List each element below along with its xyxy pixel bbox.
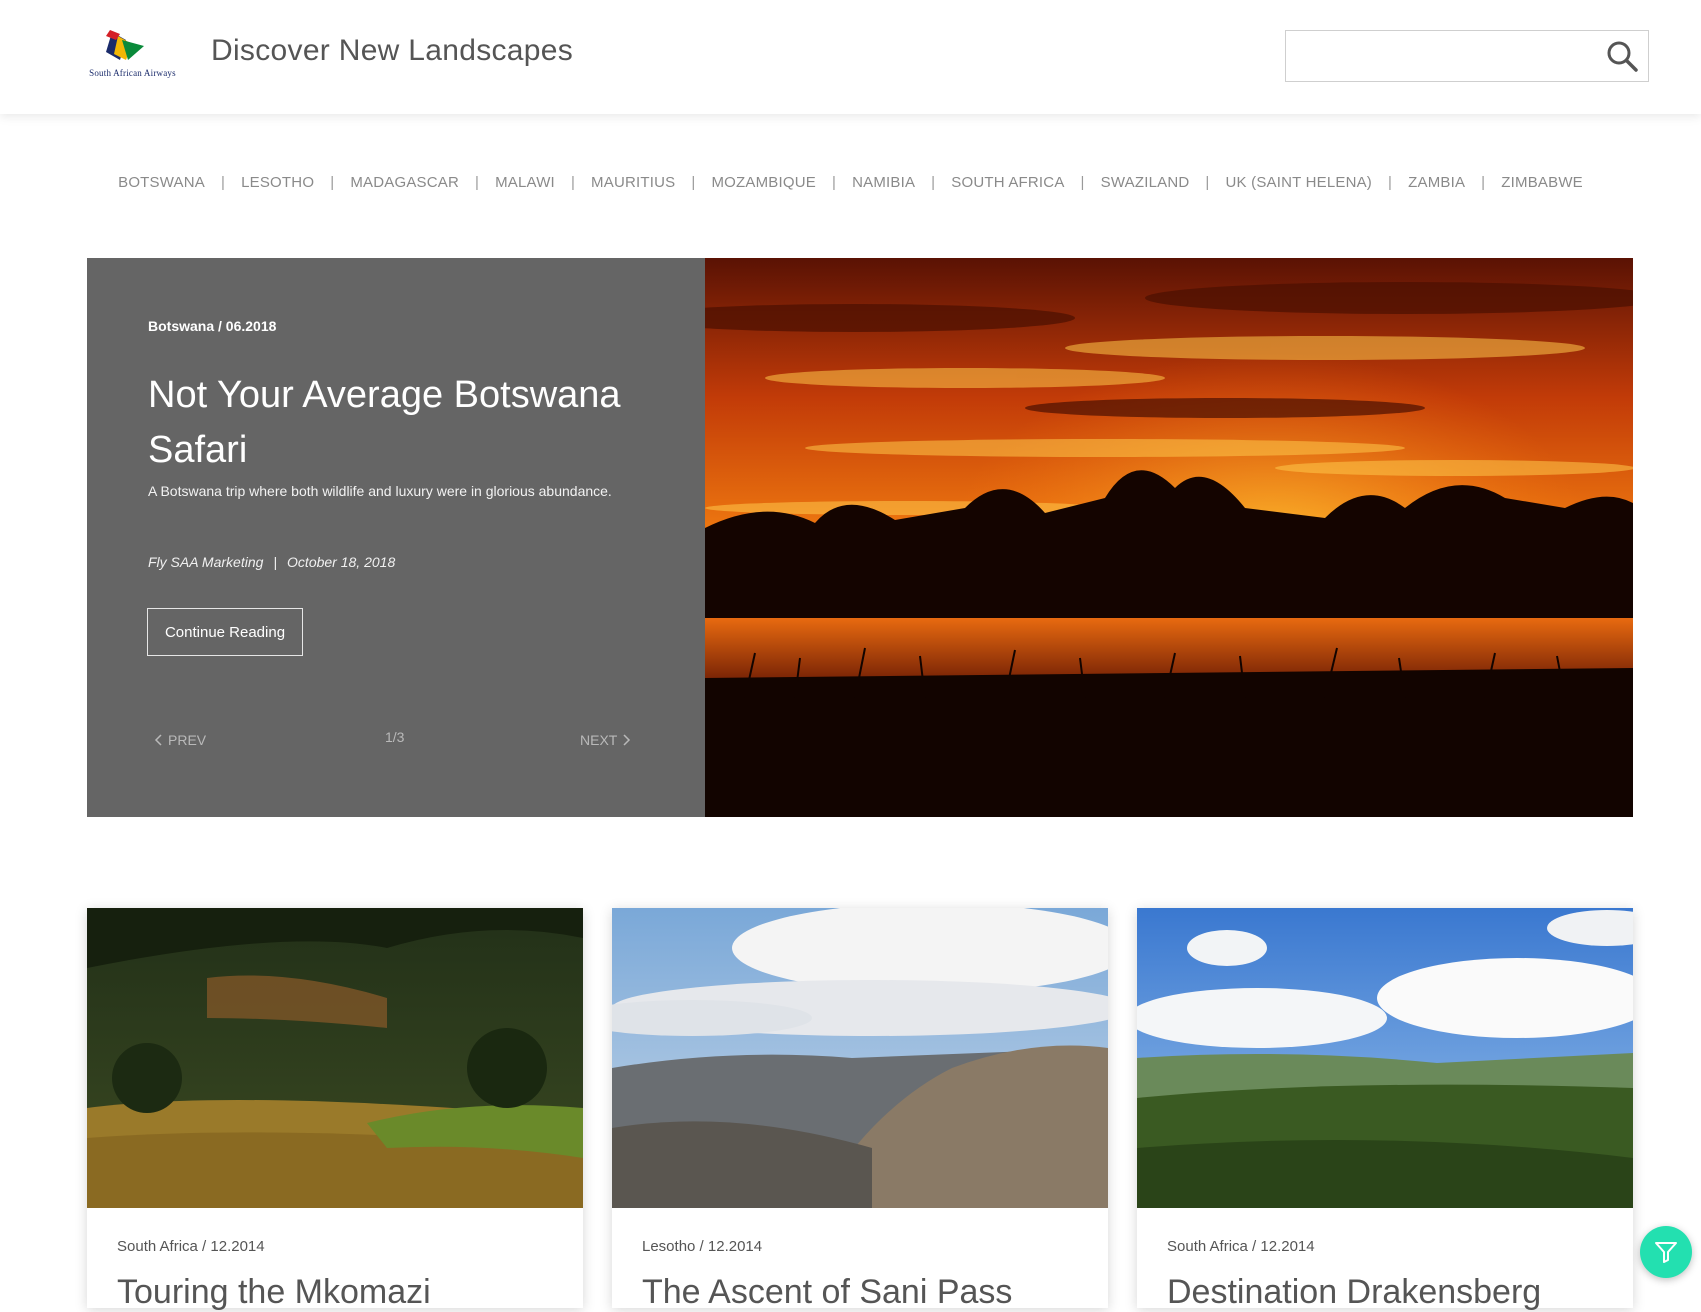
card-image-river[interactable]	[87, 908, 583, 1208]
hero-text-panel: Botswana / 06.2018 Not Your Average Bots…	[87, 258, 705, 817]
nav-separator: |	[1080, 174, 1085, 191]
nav-separator: |	[931, 174, 936, 191]
site-header: South African Airways Discover New Lands…	[0, 0, 1701, 114]
chevron-left-icon	[154, 734, 162, 746]
country-link-swaziland[interactable]: SWAZILAND	[1101, 174, 1190, 191]
card-image-mountains[interactable]	[612, 908, 1108, 1208]
nav-separator: |	[691, 174, 696, 191]
article-card[interactable]: South Africa / 12.2014 Touring the Mkoma…	[87, 908, 583, 1311]
card-image-valley[interactable]	[1137, 908, 1633, 1208]
nav-separator: |	[330, 174, 335, 191]
country-link-malawi[interactable]: MALAWI	[495, 174, 555, 191]
country-link-zambia[interactable]: ZAMBIA	[1408, 174, 1465, 191]
country-link-zimbabwe[interactable]: ZIMBABWE	[1501, 174, 1583, 191]
next-button[interactable]: NEXT	[580, 732, 631, 748]
card-title[interactable]: Destination Drakensberg	[1167, 1273, 1541, 1312]
continue-reading-button[interactable]: Continue Reading	[147, 608, 303, 656]
hero-meta: Botswana / 06.2018	[148, 318, 277, 334]
prev-button[interactable]: PREV	[154, 732, 206, 748]
country-link-botswana[interactable]: BOTSWANA	[118, 174, 205, 191]
nav-separator: |	[1481, 174, 1486, 191]
article-cards: South Africa / 12.2014 Touring the Mkoma…	[87, 908, 1633, 1311]
card-meta: South Africa / 12.2014	[1167, 1238, 1315, 1255]
country-link-namibia[interactable]: NAMIBIA	[852, 174, 915, 191]
logo-text: South African Airways	[89, 68, 176, 78]
article-card[interactable]: Lesotho / 12.2014 The Ascent of Sani Pas…	[612, 908, 1108, 1311]
search-input[interactable]	[1296, 31, 1596, 79]
hero-date: October 18, 2018	[287, 554, 396, 570]
hero-title[interactable]: Not Your Average Botswana Safari	[148, 368, 668, 478]
page-indicator: 1/3	[385, 729, 405, 745]
hero-byline: Fly SAA Marketing | October 18, 2018	[148, 554, 395, 570]
card-meta: Lesotho / 12.2014	[642, 1238, 763, 1255]
hero-description: A Botswana trip where both wildlife and …	[148, 483, 612, 499]
nav-separator: |	[1205, 174, 1210, 191]
airline-logo-icon	[106, 30, 144, 60]
country-link-south-africa[interactable]: SOUTH AFRICA	[951, 174, 1064, 191]
country-link-mauritius[interactable]: MAURITIUS	[591, 174, 675, 191]
next-label: NEXT	[580, 732, 618, 748]
filter-icon	[1655, 1242, 1677, 1263]
nav-separator: |	[831, 174, 837, 191]
nav-separator: |	[1388, 174, 1393, 191]
country-link-uk-saint-helena[interactable]: UK (SAINT HELENA)	[1226, 174, 1373, 191]
card-title[interactable]: The Ascent of Sani Pass	[642, 1273, 1012, 1312]
article-card[interactable]: South Africa / 12.2014 Destination Drake…	[1137, 908, 1633, 1311]
hero-author: Fly SAA Marketing	[148, 554, 264, 570]
nav-separator: |	[570, 174, 576, 191]
filter-button[interactable]	[1640, 1226, 1692, 1278]
hero-slider: Botswana / 06.2018 Not Your Average Bots…	[87, 258, 1633, 817]
hero-image-sunset[interactable]	[705, 258, 1633, 817]
nav-separator: |	[221, 174, 226, 191]
logo[interactable]: South African Airways	[70, 30, 195, 80]
chevron-right-icon	[623, 734, 631, 746]
card-title[interactable]: Touring the Mkomazi	[117, 1273, 431, 1312]
site-title: Discover New Landscapes	[211, 34, 574, 67]
slider-pager: PREV 1/3 NEXT	[148, 729, 728, 752]
search-box	[1285, 30, 1649, 82]
country-link-madagascar[interactable]: MADAGASCAR	[350, 174, 459, 191]
nav-separator: |	[475, 174, 480, 191]
country-link-lesotho[interactable]: LESOTHO	[241, 174, 314, 191]
search-icon[interactable]	[1606, 40, 1638, 72]
prev-label: PREV	[168, 732, 207, 748]
country-nav: BOTSWANA | LESOTHO | MADAGASCAR | MALAWI | MAURI…	[0, 174, 1701, 191]
card-meta: South Africa / 12.2014	[117, 1238, 265, 1255]
country-link-mozambique[interactable]: MOZAMBIQUE	[711, 174, 816, 191]
byline-separator: |	[273, 554, 278, 570]
